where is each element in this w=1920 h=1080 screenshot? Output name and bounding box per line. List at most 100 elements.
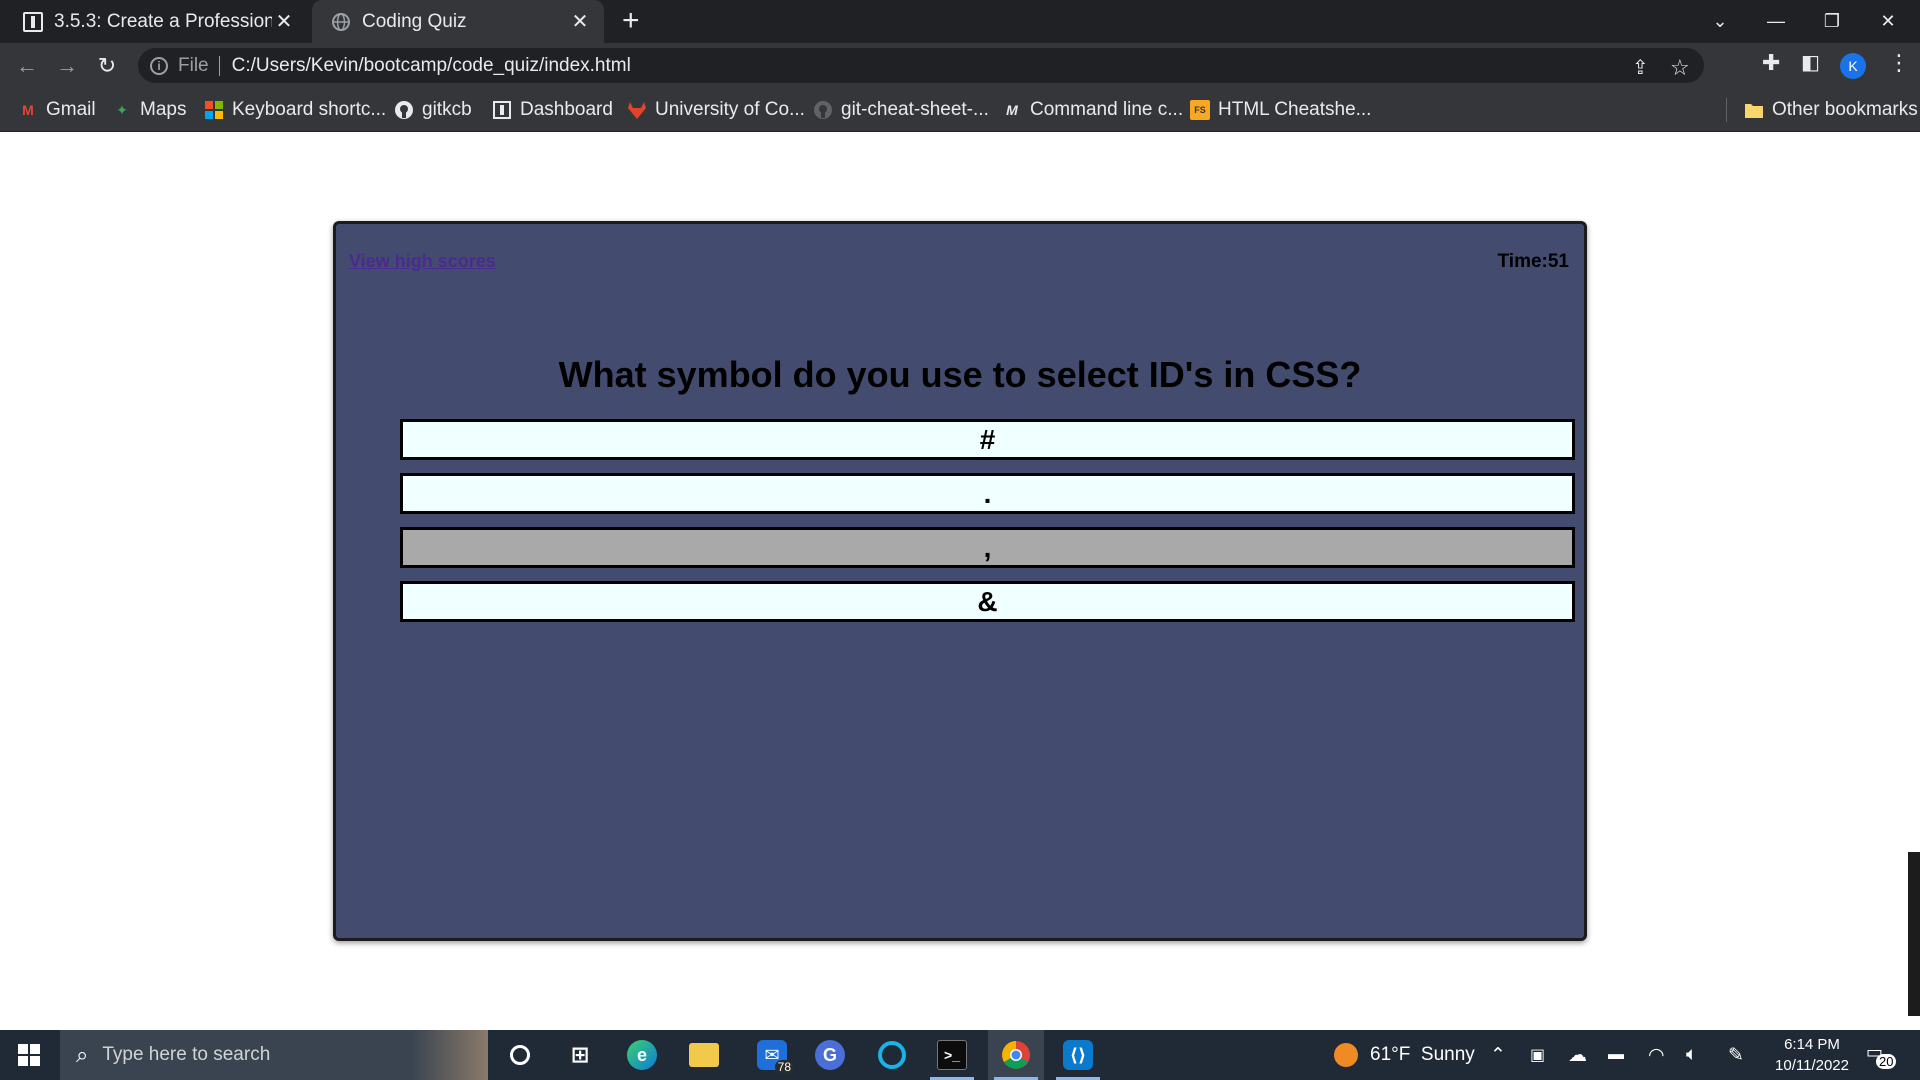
github-icon bbox=[394, 100, 414, 120]
reload-button[interactable]: ↻ bbox=[92, 51, 122, 81]
tab-search-icon[interactable]: ⌄ bbox=[1692, 0, 1748, 43]
bookmark-label: University of Co... bbox=[655, 99, 805, 120]
bookmark-html-cheatsheet[interactable]: FS HTML Cheatshe... bbox=[1190, 88, 1371, 132]
bookmark-git-cheat-sheet[interactable]: git-cheat-sheet-... bbox=[813, 88, 989, 132]
canvas-icon bbox=[492, 100, 512, 120]
chevron-up-icon[interactable]: ⌃ bbox=[1490, 1030, 1506, 1080]
restore-button[interactable]: ❐ bbox=[1804, 0, 1860, 43]
microsoft-icon bbox=[204, 100, 224, 120]
canvas-icon bbox=[22, 11, 44, 33]
tab-title: Coding Quiz bbox=[362, 10, 467, 32]
mail-icon[interactable]: ✉ 78 bbox=[744, 1030, 800, 1080]
notification-count: 20 bbox=[1876, 1054, 1897, 1069]
timer: Time:51 bbox=[1497, 251, 1569, 272]
divider bbox=[218, 55, 220, 76]
bookmark-dashboard[interactable]: Dashboard bbox=[492, 88, 613, 132]
clock-date: 10/11/2022 bbox=[1775, 1057, 1849, 1074]
bookmark-gitkcb[interactable]: gitkcb bbox=[394, 88, 472, 132]
app-icon[interactable]: G bbox=[802, 1030, 858, 1080]
gitlab-icon bbox=[627, 100, 647, 120]
minimize-button[interactable]: — bbox=[1748, 0, 1804, 43]
divider bbox=[1726, 98, 1727, 122]
fs-icon: FS bbox=[1190, 100, 1210, 120]
share-icon[interactable]: ⇪ bbox=[1632, 55, 1649, 80]
view-high-scores-link[interactable]: View high scores bbox=[349, 251, 496, 272]
side-panel-icon[interactable]: ◧ bbox=[1801, 50, 1820, 75]
task-view-icon[interactable]: ⊞ bbox=[552, 1030, 608, 1080]
close-tab-icon[interactable]: ✕ bbox=[568, 9, 592, 34]
tab-strip: 3.5.3: Create a Professional P ✕ Coding … bbox=[0, 0, 1920, 43]
url-scheme: File bbox=[178, 54, 209, 76]
clock-time: 6:14 PM bbox=[1784, 1036, 1840, 1053]
search-highlight-image bbox=[412, 1030, 488, 1080]
wifi-icon[interactable]: ◠ bbox=[1648, 1030, 1665, 1080]
new-tab-button[interactable]: + bbox=[622, 6, 640, 36]
browser-toolbar: ← → ↻ i File C:/Users/Kevin/bootcamp/cod… bbox=[0, 43, 1920, 88]
medium-icon: M bbox=[1006, 102, 1018, 118]
taskbar: ⌕ Type here to search ⊞ e ✉ 78 G >_ ⟨⟩ 6… bbox=[0, 1030, 1920, 1080]
battery-icon[interactable]: ▬ bbox=[1608, 1030, 1624, 1080]
extensions-icon[interactable]: ✚ bbox=[1762, 50, 1780, 76]
avatar[interactable]: K bbox=[1840, 53, 1866, 79]
menu-icon[interactable]: ⋮ bbox=[1888, 50, 1910, 76]
answer-button[interactable]: # bbox=[400, 419, 1575, 460]
bookmark-keyboard-shortcuts[interactable]: Keyboard shortc... bbox=[204, 88, 386, 132]
globe-icon bbox=[330, 11, 352, 33]
sun-icon bbox=[1334, 1043, 1358, 1067]
back-button[interactable]: ← bbox=[12, 51, 42, 81]
gmail-icon: M bbox=[22, 102, 34, 118]
bookmark-university[interactable]: University of Co... bbox=[627, 88, 805, 132]
onedrive-icon[interactable]: ☁ bbox=[1568, 1030, 1587, 1080]
pen-icon[interactable]: ✎ bbox=[1728, 1030, 1744, 1080]
other-bookmarks[interactable]: Other bookmarks bbox=[1744, 88, 1918, 132]
file-explorer-icon[interactable] bbox=[676, 1030, 732, 1080]
bookmark-label: Command line c... bbox=[1030, 99, 1184, 120]
folder-icon bbox=[1744, 100, 1764, 120]
vscode-icon[interactable]: ⟨⟩ bbox=[1050, 1030, 1106, 1080]
bookmark-label: Dashboard bbox=[520, 99, 613, 120]
search-icon: ⌕ bbox=[76, 1042, 89, 1067]
bookmark-command-line[interactable]: M Command line c... bbox=[1002, 88, 1183, 132]
tab-title: 3.5.3: Create a Professional P bbox=[54, 10, 272, 32]
info-icon[interactable]: i bbox=[150, 56, 168, 75]
close-window-button[interactable]: ✕ bbox=[1860, 0, 1916, 43]
maps-icon: ✦ bbox=[116, 101, 128, 118]
bookmark-label: git-cheat-sheet-... bbox=[841, 99, 989, 120]
weather-condition: Sunny bbox=[1420, 1044, 1475, 1065]
answer-button[interactable]: . bbox=[400, 473, 1575, 514]
tab-coding-quiz[interactable]: Coding Quiz ✕ bbox=[312, 0, 604, 43]
answer-button[interactable]: , bbox=[400, 527, 1575, 568]
address-bar[interactable]: i File C:/Users/Kevin/bootcamp/code_quiz… bbox=[138, 48, 1704, 83]
bookmark-label: Keyboard shortc... bbox=[232, 99, 387, 120]
weather-widget[interactable]: 61°F Sunny bbox=[1334, 1030, 1475, 1080]
windows-start-icon[interactable] bbox=[18, 1044, 40, 1066]
cortana-icon[interactable] bbox=[492, 1030, 548, 1080]
chrome-icon[interactable] bbox=[988, 1030, 1044, 1080]
taskbar-search[interactable]: ⌕ Type here to search bbox=[60, 1030, 488, 1080]
bookmarks-bar: M Gmail ✦ Maps Keyboard shortc... gitkcb D… bbox=[0, 88, 1920, 132]
bookmark-star-icon[interactable]: ☆ bbox=[1670, 55, 1690, 81]
github-icon bbox=[813, 100, 833, 120]
url-text[interactable]: C:/Users/Kevin/bootcamp/code_quiz/index.… bbox=[232, 55, 631, 77]
bookmark-label: Gmail bbox=[46, 99, 96, 120]
question-title: What symbol do you use to select ID's in… bbox=[558, 354, 1362, 395]
bookmark-maps[interactable]: ✦ Maps bbox=[112, 88, 186, 132]
cortana-ring-icon[interactable] bbox=[864, 1030, 920, 1080]
meet-now-icon[interactable]: ▣ bbox=[1530, 1030, 1545, 1080]
tab-canvas-assignment[interactable]: 3.5.3: Create a Professional P ✕ bbox=[0, 0, 308, 43]
scrollbar-thumb[interactable] bbox=[1908, 852, 1920, 1016]
bookmark-label: Maps bbox=[140, 99, 187, 120]
bookmark-gmail[interactable]: M Gmail bbox=[18, 88, 96, 132]
bookmark-label: HTML Cheatshe... bbox=[1218, 99, 1372, 120]
quiz-card: View high scores Time:51 What symbol do … bbox=[333, 221, 1587, 941]
clock[interactable]: 6:14 PM 10/11/2022 bbox=[1762, 1034, 1862, 1076]
answer-button[interactable]: & bbox=[400, 581, 1575, 622]
volume-icon[interactable]: 🔈︎ bbox=[1686, 1030, 1697, 1080]
weather-temp: 61°F bbox=[1370, 1044, 1411, 1065]
page-viewport: View high scores Time:51 What symbol do … bbox=[0, 132, 1920, 1030]
edge-icon[interactable]: e bbox=[614, 1030, 670, 1080]
close-tab-icon[interactable]: ✕ bbox=[272, 9, 296, 34]
terminal-icon[interactable]: >_ bbox=[924, 1030, 980, 1080]
forward-button[interactable]: → bbox=[52, 51, 82, 81]
search-placeholder: Type here to search bbox=[102, 1044, 271, 1065]
